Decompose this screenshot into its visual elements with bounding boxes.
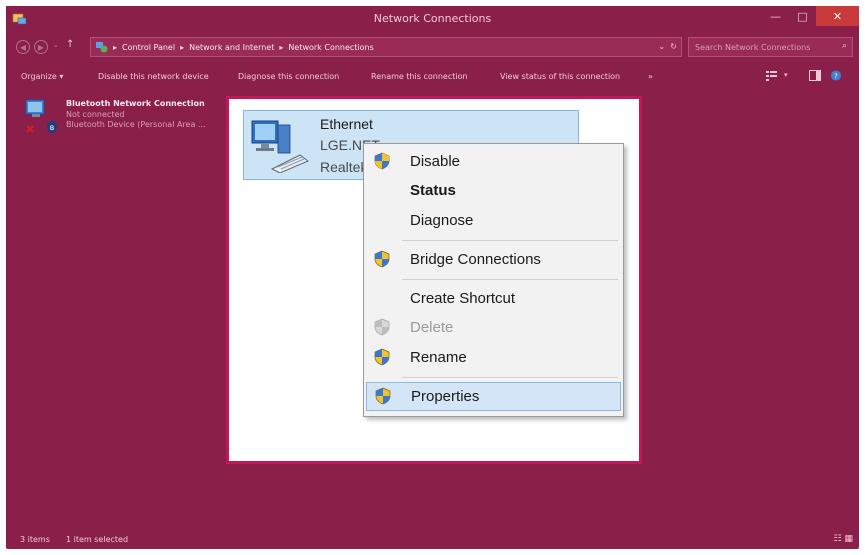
forward-arrow-icon[interactable]: ▶ [34, 40, 48, 54]
status-bar: 3 items 1 item selected ☷ ▦ [6, 530, 859, 549]
selection-count: 1 item selected [66, 535, 129, 544]
rename-connection-button[interactable]: Rename this connection [371, 72, 468, 81]
command-toolbar: Organize ▾ Disable this network device D… [6, 64, 859, 88]
back-arrow-icon[interactable]: ◀ [16, 40, 30, 54]
menu-item-disable[interactable]: Disable [366, 148, 621, 174]
menu-separator [402, 377, 618, 378]
shield-icon [375, 387, 391, 405]
shield-icon [374, 250, 390, 268]
menu-item-label: Status [410, 182, 456, 199]
menu-separator [402, 240, 618, 241]
menu-item-rename[interactable]: Rename [366, 344, 621, 370]
bluetooth-network-icon: ʙ [25, 99, 57, 133]
menu-item-label: Rename [410, 349, 467, 366]
preview-pane-icon[interactable] [809, 70, 821, 81]
bluetooth-connection-name: Bluetooth Network Connection [66, 99, 205, 108]
address-row: ◀ ▶ ⌄ ↑ ▸ Control Panel ▸ Network and In… [6, 34, 859, 60]
breadcrumb-separator: ▸ [180, 42, 185, 52]
view-dropdown-chevron-icon[interactable]: ▾ [784, 71, 788, 79]
disable-device-button[interactable]: Disable this network device [98, 72, 209, 81]
menu-item-diagnose[interactable]: Diagnose [366, 207, 621, 233]
bluetooth-connection-item[interactable]: ʙ Bluetooth Network Connection Not conne… [22, 96, 222, 136]
search-input[interactable]: Search Network Connections ⌕ [688, 37, 853, 57]
menu-item-bridge-connections[interactable]: Bridge Connections [366, 246, 621, 272]
shield-icon [374, 152, 390, 170]
breadcrumb-network-and-internet[interactable]: Network and Internet [189, 43, 274, 52]
maximize-button[interactable]: □ [789, 6, 816, 26]
menu-item-create-shortcut[interactable]: Create Shortcut [366, 285, 621, 311]
up-arrow-icon[interactable]: ↑ [66, 39, 74, 50]
ethernet-network-icon [251, 120, 309, 173]
search-placeholder: Search Network Connections [695, 42, 811, 52]
minimize-button[interactable]: — [762, 6, 789, 26]
context-menu: Disable Status Diagnose Bridge Connectio… [363, 143, 624, 417]
breadcrumb-network-connections[interactable]: Network Connections [288, 43, 373, 52]
diagnose-connection-button[interactable]: Diagnose this connection [238, 72, 339, 81]
breadcrumb-control-panel[interactable]: Control Panel [122, 43, 175, 52]
close-button[interactable]: ✕ [816, 6, 859, 26]
help-icon[interactable]: ? [830, 70, 842, 81]
menu-item-label: Delete [410, 319, 454, 336]
menu-item-label: Properties [411, 388, 480, 405]
change-view-icon[interactable] [766, 70, 778, 81]
menu-item-status[interactable]: Status [366, 177, 621, 203]
bluetooth-connection-status: Not connected [66, 110, 125, 119]
menu-item-delete: Delete [366, 314, 621, 340]
menu-separator [402, 279, 618, 280]
control-panel-icon [96, 42, 108, 53]
ethernet-device-name: Realtek [320, 159, 368, 175]
view-status-button[interactable]: View status of this connection [500, 72, 620, 81]
menu-item-label: Bridge Connections [410, 251, 541, 268]
more-commands-button[interactable]: » [648, 72, 653, 81]
shield-icon [374, 348, 390, 366]
organize-menu[interactable]: Organize ▾ [21, 72, 63, 81]
breadcrumb-separator: ▸ [279, 42, 284, 52]
title-bar[interactable]: Network Connections — □ ✕ [6, 6, 859, 32]
svg-text:ʙ: ʙ [50, 123, 55, 132]
bluetooth-connection-device: Bluetooth Device (Personal Area ... [66, 120, 206, 129]
svg-text:?: ? [834, 71, 838, 80]
breadcrumb-separator: ▸ [113, 42, 118, 52]
search-icon[interactable]: ⌕ [842, 41, 847, 51]
menu-item-label: Create Shortcut [410, 290, 516, 307]
refresh-icon[interactable]: ⌄ ↻ [659, 42, 678, 51]
menu-item-label: Disable [410, 153, 461, 170]
shield-icon [374, 318, 390, 336]
ethernet-connection-name: Ethernet [320, 116, 373, 132]
recent-locations-chevron-icon[interactable]: ⌄ [53, 41, 59, 49]
window-title: Network Connections [373, 12, 492, 25]
menu-item-properties[interactable]: Properties [366, 382, 621, 411]
address-bar[interactable]: ▸ Control Panel ▸ Network and Internet ▸… [90, 37, 682, 57]
menu-item-label: Diagnose [410, 212, 474, 229]
details-view-icon[interactable]: ☷ ▦ [834, 534, 853, 544]
item-count: 3 items [20, 535, 50, 544]
